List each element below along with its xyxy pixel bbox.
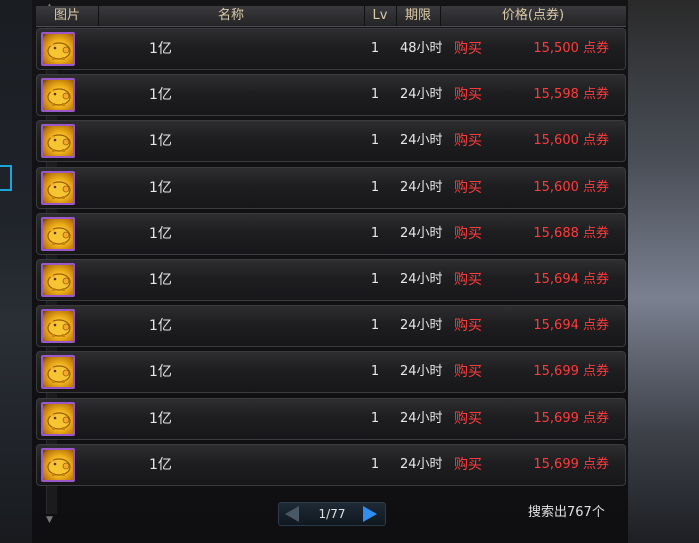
gold-pig-coin-icon[interactable] [41, 170, 75, 205]
table-row[interactable]: 1亿 1 48小时 购买 15,500 点券 [36, 28, 626, 70]
item-period: 24小时 [400, 133, 443, 149]
item-name: 1亿 [149, 87, 172, 104]
item-price: 15,699 点券 [533, 364, 609, 380]
table-row[interactable]: 1亿 1 24小时 购买 15,688 点券 [36, 212, 626, 255]
item-name: 1亿 [149, 318, 172, 335]
table-row[interactable]: 1亿 1 24小时 购买 15,694 点券 [36, 305, 626, 348]
header-period[interactable]: 期限 [396, 6, 441, 26]
item-price: 15,694 点券 [533, 318, 609, 334]
next-page-icon[interactable] [363, 506, 377, 522]
item-level: 1 [370, 456, 380, 472]
item-period: 24小时 [400, 87, 443, 103]
gold-pig-coin-icon[interactable] [41, 78, 75, 113]
item-price: 15,699 点券 [533, 456, 609, 472]
buy-button[interactable]: 购买 [454, 399, 482, 439]
gold-pig-coin-icon[interactable] [41, 263, 75, 297]
table-row[interactable]: 1亿 1 24小时 购买 15,598 点券 [36, 74, 626, 117]
buy-button[interactable]: 购买 [454, 260, 482, 300]
item-period: 24小时 [400, 410, 443, 426]
page-indicator: 1/77 [318, 507, 346, 521]
item-price: 15,600 点券 [533, 133, 609, 149]
search-result-count: 搜索出767个 [528, 505, 605, 520]
item-period: 24小时 [400, 318, 443, 334]
item-name: 1亿 [149, 410, 172, 427]
item-period: 24小时 [400, 364, 443, 380]
table-header: 图片 名称 Lv 期限 价格(点券) [36, 6, 626, 27]
item-level: 1 [370, 225, 380, 241]
table-row[interactable]: 1亿 1 24小时 购买 15,694 点券 [36, 259, 626, 301]
buy-button[interactable]: 购买 [454, 121, 482, 161]
buy-button[interactable]: 购买 [454, 352, 482, 392]
buy-button[interactable]: 购买 [454, 168, 482, 208]
header-image[interactable]: 图片 [36, 6, 99, 26]
header-lv[interactable]: Lv [364, 6, 397, 26]
item-name: 1亿 [149, 364, 172, 381]
buy-button[interactable]: 购买 [454, 445, 482, 485]
table-row[interactable]: 1亿 1 24小时 购买 15,699 点券 [36, 351, 626, 394]
item-name: 1亿 [149, 133, 172, 150]
header-price[interactable]: 价格(点券) [440, 6, 626, 26]
table-row[interactable]: 1亿 1 24小时 购买 15,699 点券 [36, 443, 626, 486]
item-level: 1 [370, 133, 380, 149]
item-price: 15,694 点券 [533, 272, 609, 287]
item-level: 1 [370, 87, 380, 103]
gold-pig-coin-icon[interactable] [41, 401, 75, 436]
item-name: 1亿 [149, 456, 172, 473]
gold-pig-coin-icon[interactable] [41, 32, 75, 66]
buy-button[interactable]: 购买 [454, 214, 482, 254]
gold-pig-coin-icon[interactable] [41, 309, 75, 344]
item-price: 15,600 点券 [533, 179, 609, 195]
item-price: 15,598 点券 [533, 87, 609, 103]
item-level: 1 [370, 272, 380, 287]
background-scene-right [628, 0, 699, 543]
item-period: 24小时 [400, 179, 443, 195]
item-period: 24小时 [400, 225, 443, 241]
item-price: 15,688 点券 [533, 225, 609, 241]
table-row[interactable]: 1亿 1 24小时 购买 15,699 点券 [36, 397, 626, 440]
buy-button[interactable]: 购买 [454, 75, 482, 115]
background-scene-left [0, 0, 32, 543]
item-name: 1亿 [149, 225, 172, 242]
gold-pig-coin-icon[interactable] [41, 355, 75, 390]
item-level: 1 [370, 179, 380, 195]
buy-button[interactable]: 购买 [454, 306, 482, 346]
item-period: 48小时 [400, 41, 443, 56]
item-level: 1 [370, 364, 380, 380]
item-price: 15,500 点券 [533, 41, 609, 56]
item-period: 24小时 [400, 272, 443, 287]
gold-pig-coin-icon[interactable] [41, 447, 75, 482]
table-row[interactable]: 1亿 1 24小时 购买 15,600 点券 [36, 166, 626, 209]
gold-pig-coin-icon[interactable] [41, 216, 75, 251]
gold-pig-coin-icon[interactable] [41, 124, 75, 159]
item-name: 1亿 [149, 179, 172, 196]
buy-button[interactable]: 购买 [454, 29, 482, 69]
scroll-down-icon[interactable]: ▼ [46, 515, 53, 525]
item-level: 1 [370, 410, 380, 426]
item-name: 1亿 [149, 41, 172, 57]
item-level: 1 [370, 41, 380, 56]
pagination: 1/77 [278, 502, 386, 526]
header-name[interactable]: 名称 [98, 6, 365, 26]
item-level: 1 [370, 318, 380, 334]
item-name: 1亿 [149, 272, 172, 288]
item-period: 24小时 [400, 456, 443, 472]
prev-page-icon[interactable] [285, 506, 299, 522]
table-row[interactable]: 1亿 1 24小时 购买 15,600 点券 [36, 120, 626, 163]
item-price: 15,699 点券 [533, 410, 609, 426]
background-ui-mark [0, 165, 12, 191]
